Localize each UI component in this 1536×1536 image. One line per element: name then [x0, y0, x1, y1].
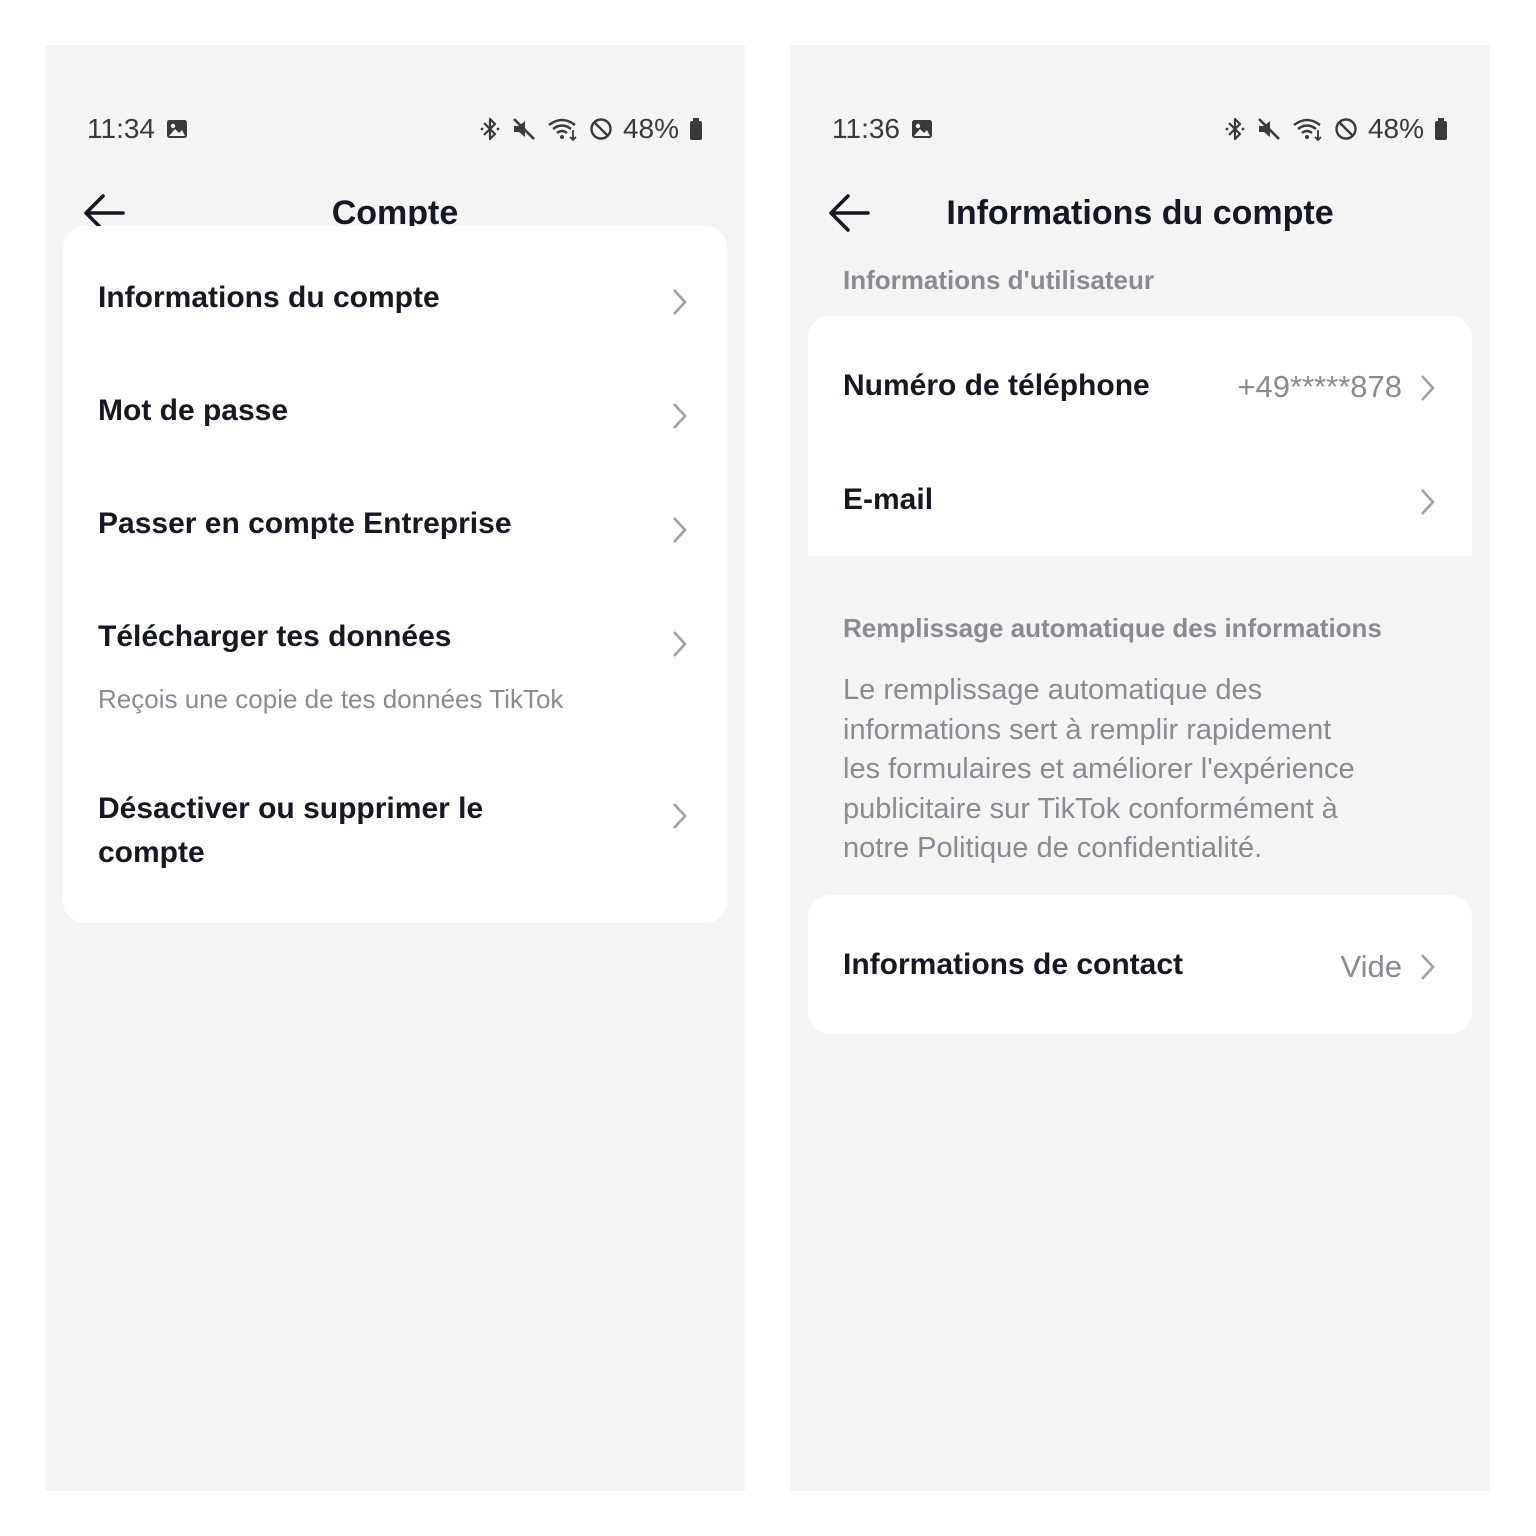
account-info-screen: 11:36 48% Informations du compte Informa…	[790, 45, 1490, 1491]
contact-info-label: Informations de contact	[843, 948, 1184, 981]
status-right: 48%	[479, 113, 703, 145]
chevron-right-icon	[673, 289, 687, 315]
menu-item-subtitle: Reçois une copie de tes données TikTok	[98, 684, 564, 714]
contact-info-value: Vide	[1340, 949, 1403, 984]
chevron-right-icon	[1421, 375, 1435, 401]
menu-item-business-account[interactable]: Passer en compte Entreprise	[63, 484, 727, 584]
autofill-description-line: les formulaires et améliorer l'expérienc…	[843, 753, 1355, 785]
bluetooth-icon	[1224, 116, 1246, 142]
status-bar: 11:34 48%	[87, 109, 703, 149]
mute-icon	[511, 116, 537, 142]
autofill-description: Le remplissage automatique des informati…	[843, 671, 1443, 869]
menu-item-label: Mot de passe	[98, 394, 289, 427]
email-row[interactable]: E-mail	[808, 450, 1472, 550]
chevron-right-icon	[673, 803, 687, 829]
account-screen: 11:34 48% Compte Informations du compte …	[45, 45, 745, 1491]
menu-item-label: Informations du compte	[98, 281, 440, 314]
menu-item-deactivate-delete[interactable]: Désactiver ou supprimer le compte	[63, 776, 727, 896]
status-left: 11:36	[832, 113, 934, 145]
wifi-icon	[547, 116, 579, 142]
chevron-right-icon	[673, 631, 687, 657]
status-time: 11:34	[87, 113, 155, 144]
chevron-right-icon	[1421, 954, 1435, 980]
phone-number-value: +49*****878	[1237, 369, 1402, 404]
bluetooth-icon	[479, 116, 501, 142]
email-label: E-mail	[843, 483, 934, 516]
contact-info-row[interactable]: Informations de contact Vide	[808, 895, 1472, 1034]
do-not-disturb-icon	[589, 117, 613, 141]
user-info-card: Numéro de téléphone +49*****878 E-mail	[808, 316, 1472, 556]
phone-number-row[interactable]: Numéro de téléphone +49*****878	[808, 336, 1472, 436]
status-left: 11:34	[87, 113, 189, 145]
wifi-icon	[1292, 116, 1324, 142]
contact-info-card: Informations de contact Vide	[808, 895, 1472, 1034]
battery-icon	[689, 117, 703, 141]
section-header-user-info: Informations d'utilisateur	[843, 265, 1154, 295]
chevron-right-icon	[673, 517, 687, 543]
header-bar: Informations du compte	[790, 185, 1490, 245]
page-title: Informations du compte	[946, 194, 1334, 232]
autofill-description-line: publicitaire sur TikTok conformément à	[843, 792, 1338, 825]
battery-percent: 48%	[1367, 113, 1424, 144]
section-header-autofill: Remplissage automatique des informations	[843, 613, 1382, 643]
menu-item-label: Télécharger tes données	[98, 620, 452, 653]
do-not-disturb-icon	[1334, 117, 1358, 141]
phone-number-label: Numéro de téléphone	[843, 369, 1150, 402]
menu-item-label-line1: Désactiver ou supprimer le	[98, 792, 484, 825]
chevron-right-icon	[673, 403, 687, 429]
menu-item-password[interactable]: Mot de passe	[63, 370, 727, 470]
account-menu-card: Informations du compte Mot de passe Pass…	[63, 226, 727, 923]
chevron-right-icon	[1421, 489, 1435, 515]
autofill-description-line: Le remplissage automatique des	[843, 674, 1263, 706]
menu-item-label: Passer en compte Entreprise	[98, 507, 512, 540]
menu-item-download-data[interactable]: Télécharger tes données Reçois une copie…	[63, 598, 727, 738]
status-time: 11:36	[832, 113, 900, 144]
mute-icon	[1256, 116, 1282, 142]
battery-percent: 48%	[622, 113, 679, 144]
menu-item-label-line2: compte	[98, 836, 205, 869]
gallery-icon	[910, 117, 934, 141]
menu-item-account-info[interactable]: Informations du compte	[63, 256, 727, 356]
autofill-description-line: informations sert à remplir rapidement	[843, 713, 1332, 746]
status-bar: 11:36 48%	[832, 109, 1448, 149]
status-right: 48%	[1224, 113, 1448, 145]
battery-icon	[1434, 117, 1448, 141]
autofill-description-line: notre Politique de confidentialité.	[843, 832, 1263, 864]
gallery-icon	[165, 117, 189, 141]
